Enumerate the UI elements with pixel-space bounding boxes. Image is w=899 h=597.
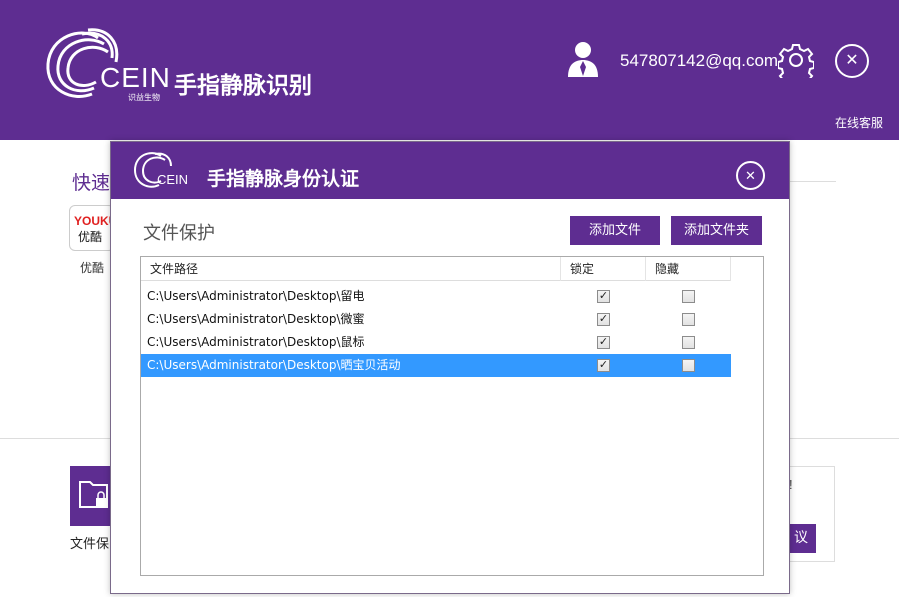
lock-checkbox[interactable]: ✓ bbox=[597, 290, 610, 303]
lock-checkbox[interactable]: ✓ bbox=[597, 336, 610, 349]
divider bbox=[790, 181, 836, 182]
hide-checkbox[interactable] bbox=[682, 313, 695, 326]
hide-checkbox[interactable] bbox=[682, 359, 695, 372]
brand-name: CEIN bbox=[100, 62, 171, 93]
app-title: 手指静脉识别 bbox=[174, 73, 312, 99]
file-path-cell: C:\Users\Administrator\Desktop\鼠标 bbox=[147, 335, 365, 349]
file-path-cell: C:\Users\Administrator\Desktop\晒宝贝活动 bbox=[147, 358, 401, 372]
file-path-cell: C:\Users\Administrator\Desktop\微蜜 bbox=[147, 312, 365, 326]
lock-checkbox[interactable]: ✓ bbox=[597, 359, 610, 372]
file-path-cell: C:\Users\Administrator\Desktop\留电 bbox=[147, 289, 365, 303]
user-icon[interactable] bbox=[566, 40, 600, 78]
youku-app-label: 优酷 bbox=[80, 261, 105, 275]
column-header-lock[interactable]: 锁定 bbox=[561, 257, 646, 281]
youku-logo-cn: 优酷 bbox=[78, 230, 103, 244]
user-email[interactable]: 547807142@qq.com bbox=[620, 51, 778, 71]
table-header: 文件路径 锁定 隐藏 bbox=[141, 257, 731, 281]
table-row-selected[interactable]: C:\Users\Administrator\Desktop\晒宝贝活动 ✓ bbox=[141, 354, 731, 377]
dialog-close-icon[interactable]: ✕ bbox=[736, 161, 765, 190]
dialog-brand-name: CEIN bbox=[157, 172, 189, 187]
right-card-button[interactable]: 议 bbox=[786, 524, 816, 553]
dialog-header: CEIN 手指静脉身份认证 ✕ bbox=[111, 142, 789, 199]
hide-checkbox[interactable] bbox=[682, 290, 695, 303]
online-service-link[interactable]: 在线客服 bbox=[835, 114, 883, 131]
hide-checkbox[interactable] bbox=[682, 336, 695, 349]
close-icon[interactable]: ✕ bbox=[835, 44, 869, 78]
brand-subtitle: 识益生物 bbox=[128, 93, 160, 102]
youku-app-icon[interactable]: YOUKU 优酷 bbox=[69, 205, 117, 251]
dialog-title: 手指静脉身份认证 bbox=[207, 168, 360, 190]
column-header-path[interactable]: 文件路径 bbox=[141, 257, 561, 281]
section-title: 文件保护 bbox=[143, 223, 215, 244]
file-protect-label: 文件保 bbox=[70, 537, 110, 552]
column-header-hide[interactable]: 隐藏 bbox=[646, 257, 731, 281]
file-table[interactable]: 文件路径 锁定 隐藏 C:\Users\Administrator\Deskto… bbox=[140, 256, 764, 576]
add-folder-button[interactable]: 添加文件夹 bbox=[671, 216, 762, 245]
gear-icon[interactable] bbox=[777, 42, 815, 86]
add-file-button[interactable]: 添加文件 bbox=[570, 216, 660, 245]
file-protection-dialog: CEIN 手指静脉身份认证 ✕ 文件保护 添加文件 添加文件夹 文件路径 锁定 … bbox=[110, 141, 790, 594]
lock-checkbox[interactable]: ✓ bbox=[597, 313, 610, 326]
table-row[interactable]: C:\Users\Administrator\Desktop\鼠标 ✓ bbox=[141, 331, 731, 354]
main-header: CEIN 识益生物 手指静脉识别 547807142@qq.com ✕ 在线客服 bbox=[0, 0, 899, 140]
quick-launch-title: 快速 bbox=[72, 172, 111, 194]
table-row[interactable]: C:\Users\Administrator\Desktop\微蜜 ✓ bbox=[141, 308, 731, 331]
table-row[interactable]: C:\Users\Administrator\Desktop\留电 ✓ bbox=[141, 285, 731, 308]
